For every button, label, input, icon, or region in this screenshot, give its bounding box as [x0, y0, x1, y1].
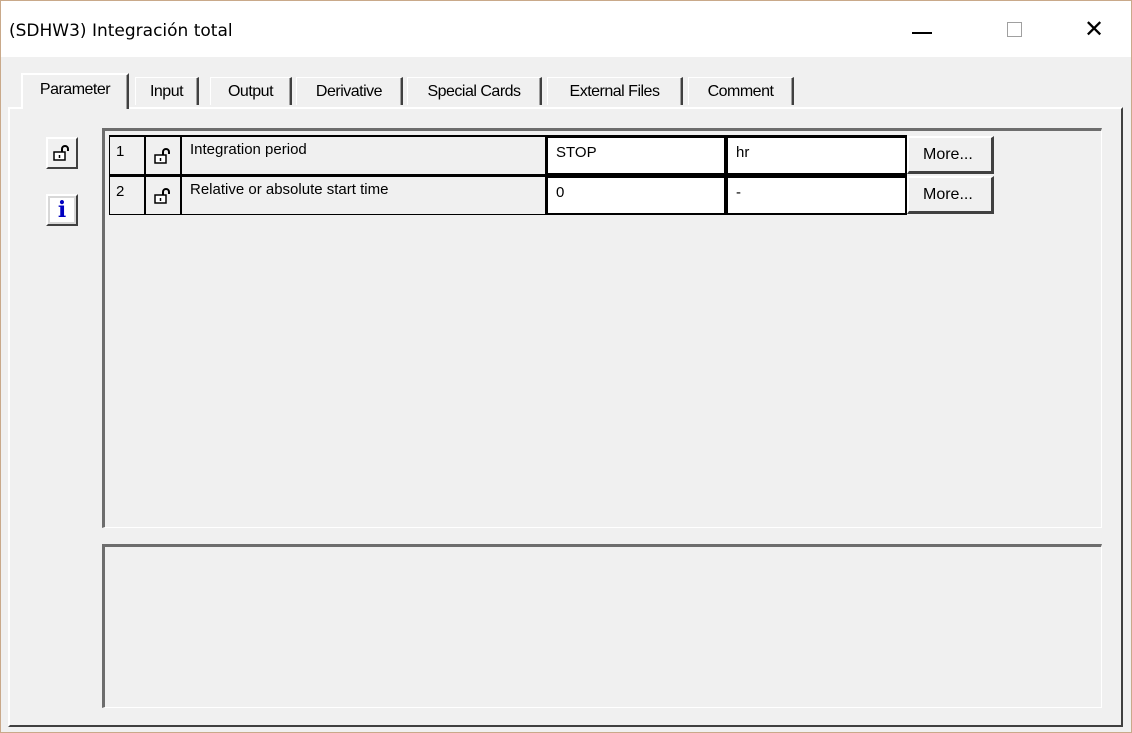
- tab-parameter[interactable]: Parameter: [21, 73, 129, 109]
- tab-label: Comment: [707, 82, 774, 100]
- parameter-unit-field[interactable]: -: [726, 175, 907, 215]
- tab-label: Special Cards: [427, 82, 521, 100]
- window-title: (SDHW3) Integración total: [9, 21, 233, 41]
- tab-derivative[interactable]: Derivative: [296, 77, 403, 105]
- tab-label: Derivative: [315, 82, 383, 100]
- parameter-name: Relative or absolute start time: [181, 175, 546, 215]
- unlock-padlock-icon: [154, 187, 170, 204]
- parameter-name: Integration period: [181, 135, 546, 175]
- unlock-padlock-icon: [154, 147, 170, 164]
- row-lock-button[interactable]: [145, 135, 181, 175]
- tab-input[interactable]: Input: [135, 77, 199, 105]
- more-button[interactable]: More...: [907, 176, 994, 214]
- parameter-unit-field[interactable]: hr: [726, 135, 907, 175]
- info-icon: i: [50, 197, 74, 223]
- dialog-window: (SDHW3) Integración total ✕ Parameter In…: [0, 0, 1132, 733]
- tab-external-files[interactable]: External Files: [547, 77, 683, 105]
- tab-output[interactable]: Output: [210, 77, 292, 105]
- tab-comment[interactable]: Comment: [688, 77, 794, 105]
- close-button[interactable]: ✕: [1071, 1, 1117, 57]
- tab-label: External Files: [569, 82, 660, 100]
- minimize-icon: [912, 32, 932, 34]
- parameter-grid: 1 Integration period STOP hr More... 2 R…: [102, 128, 1102, 528]
- tab-special-cards[interactable]: Special Cards: [407, 77, 542, 105]
- maximize-button[interactable]: [991, 1, 1037, 57]
- unlock-padlock-icon: [53, 145, 69, 161]
- info-button[interactable]: i: [46, 194, 78, 226]
- lock-toggle-button[interactable]: [46, 137, 78, 169]
- more-button[interactable]: More...: [907, 136, 994, 174]
- row-index: 2: [109, 175, 145, 215]
- row-lock-button[interactable]: [145, 175, 181, 215]
- tab-label: Parameter: [39, 81, 111, 98]
- close-icon: ✕: [1083, 15, 1105, 43]
- tab-label: Output: [227, 82, 274, 100]
- minimize-button[interactable]: [899, 1, 945, 57]
- row-index: 1: [109, 135, 145, 175]
- maximize-icon: [1006, 21, 1022, 37]
- title-bar: (SDHW3) Integración total ✕: [1, 1, 1131, 57]
- tab-label: Input: [149, 82, 184, 100]
- parameter-description-box: [102, 544, 1102, 708]
- parameter-value-field[interactable]: 0: [546, 175, 726, 215]
- parameter-value-field[interactable]: STOP: [546, 135, 726, 175]
